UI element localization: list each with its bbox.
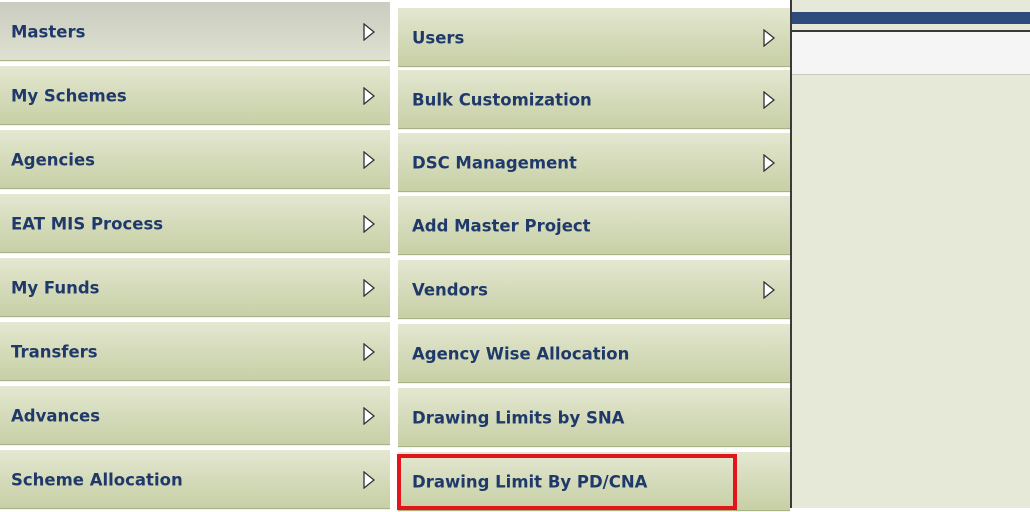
menu-item-label: DSC Management bbox=[412, 153, 577, 172]
menu-item-agencies[interactable]: Agencies bbox=[0, 130, 390, 190]
submenu-item-add-master-project[interactable]: Add Master Project bbox=[398, 196, 790, 256]
menu-item-label: Drawing Limits by SNA bbox=[412, 408, 625, 427]
menu-item-label: Users bbox=[412, 28, 465, 47]
header-strip bbox=[792, 32, 1030, 75]
menu-item-transfers[interactable]: Transfers bbox=[0, 322, 390, 382]
submenu-item-bulk-customization[interactable]: Bulk Customization bbox=[398, 70, 790, 130]
header-bar bbox=[792, 12, 1030, 24]
submenu-item-drawing-limit-by-pd-cna[interactable]: Drawing Limit By PD/CNA bbox=[398, 452, 790, 512]
menu-item-label: Vendors bbox=[412, 280, 488, 299]
menu-item-label: My Funds bbox=[11, 278, 100, 297]
menu-item-my-schemes[interactable]: My Schemes bbox=[0, 66, 390, 126]
menu-item-label: My Schemes bbox=[11, 86, 127, 105]
submenu-item-drawing-limits-by-sna[interactable]: Drawing Limits by SNA bbox=[398, 388, 790, 448]
submenu-item-dsc-management[interactable]: DSC Management bbox=[398, 133, 790, 193]
menu-item-masters[interactable]: Masters bbox=[0, 2, 390, 62]
menu-item-advances[interactable]: Advances bbox=[0, 386, 390, 446]
menu-item-eat-mis-process[interactable]: EAT MIS Process bbox=[0, 194, 390, 254]
menu-item-label: Drawing Limit By PD/CNA bbox=[412, 472, 648, 491]
submenu-item-users[interactable]: Users bbox=[398, 8, 790, 68]
submenu-item-agency-wise-allocation[interactable]: Agency Wise Allocation bbox=[398, 324, 790, 384]
submenu-item-vendors[interactable]: Vendors bbox=[398, 260, 790, 320]
menu-item-label: Scheme Allocation bbox=[11, 470, 183, 489]
column-divider bbox=[390, 0, 398, 508]
menu-item-label: Transfers bbox=[11, 342, 98, 361]
menu-item-my-funds[interactable]: My Funds bbox=[0, 258, 390, 318]
menu-item-label: Advances bbox=[11, 406, 101, 425]
content-panel bbox=[792, 0, 1030, 508]
menu-item-label: Agency Wise Allocation bbox=[412, 344, 630, 363]
menu-item-label: Add Master Project bbox=[412, 216, 591, 235]
menu-item-label: EAT MIS Process bbox=[11, 214, 164, 233]
menu-item-scheme-allocation[interactable]: Scheme Allocation bbox=[0, 450, 390, 510]
menu-item-label: Agencies bbox=[11, 150, 95, 169]
menu-item-label: Masters bbox=[11, 22, 86, 41]
menu-item-label: Bulk Customization bbox=[412, 90, 592, 109]
